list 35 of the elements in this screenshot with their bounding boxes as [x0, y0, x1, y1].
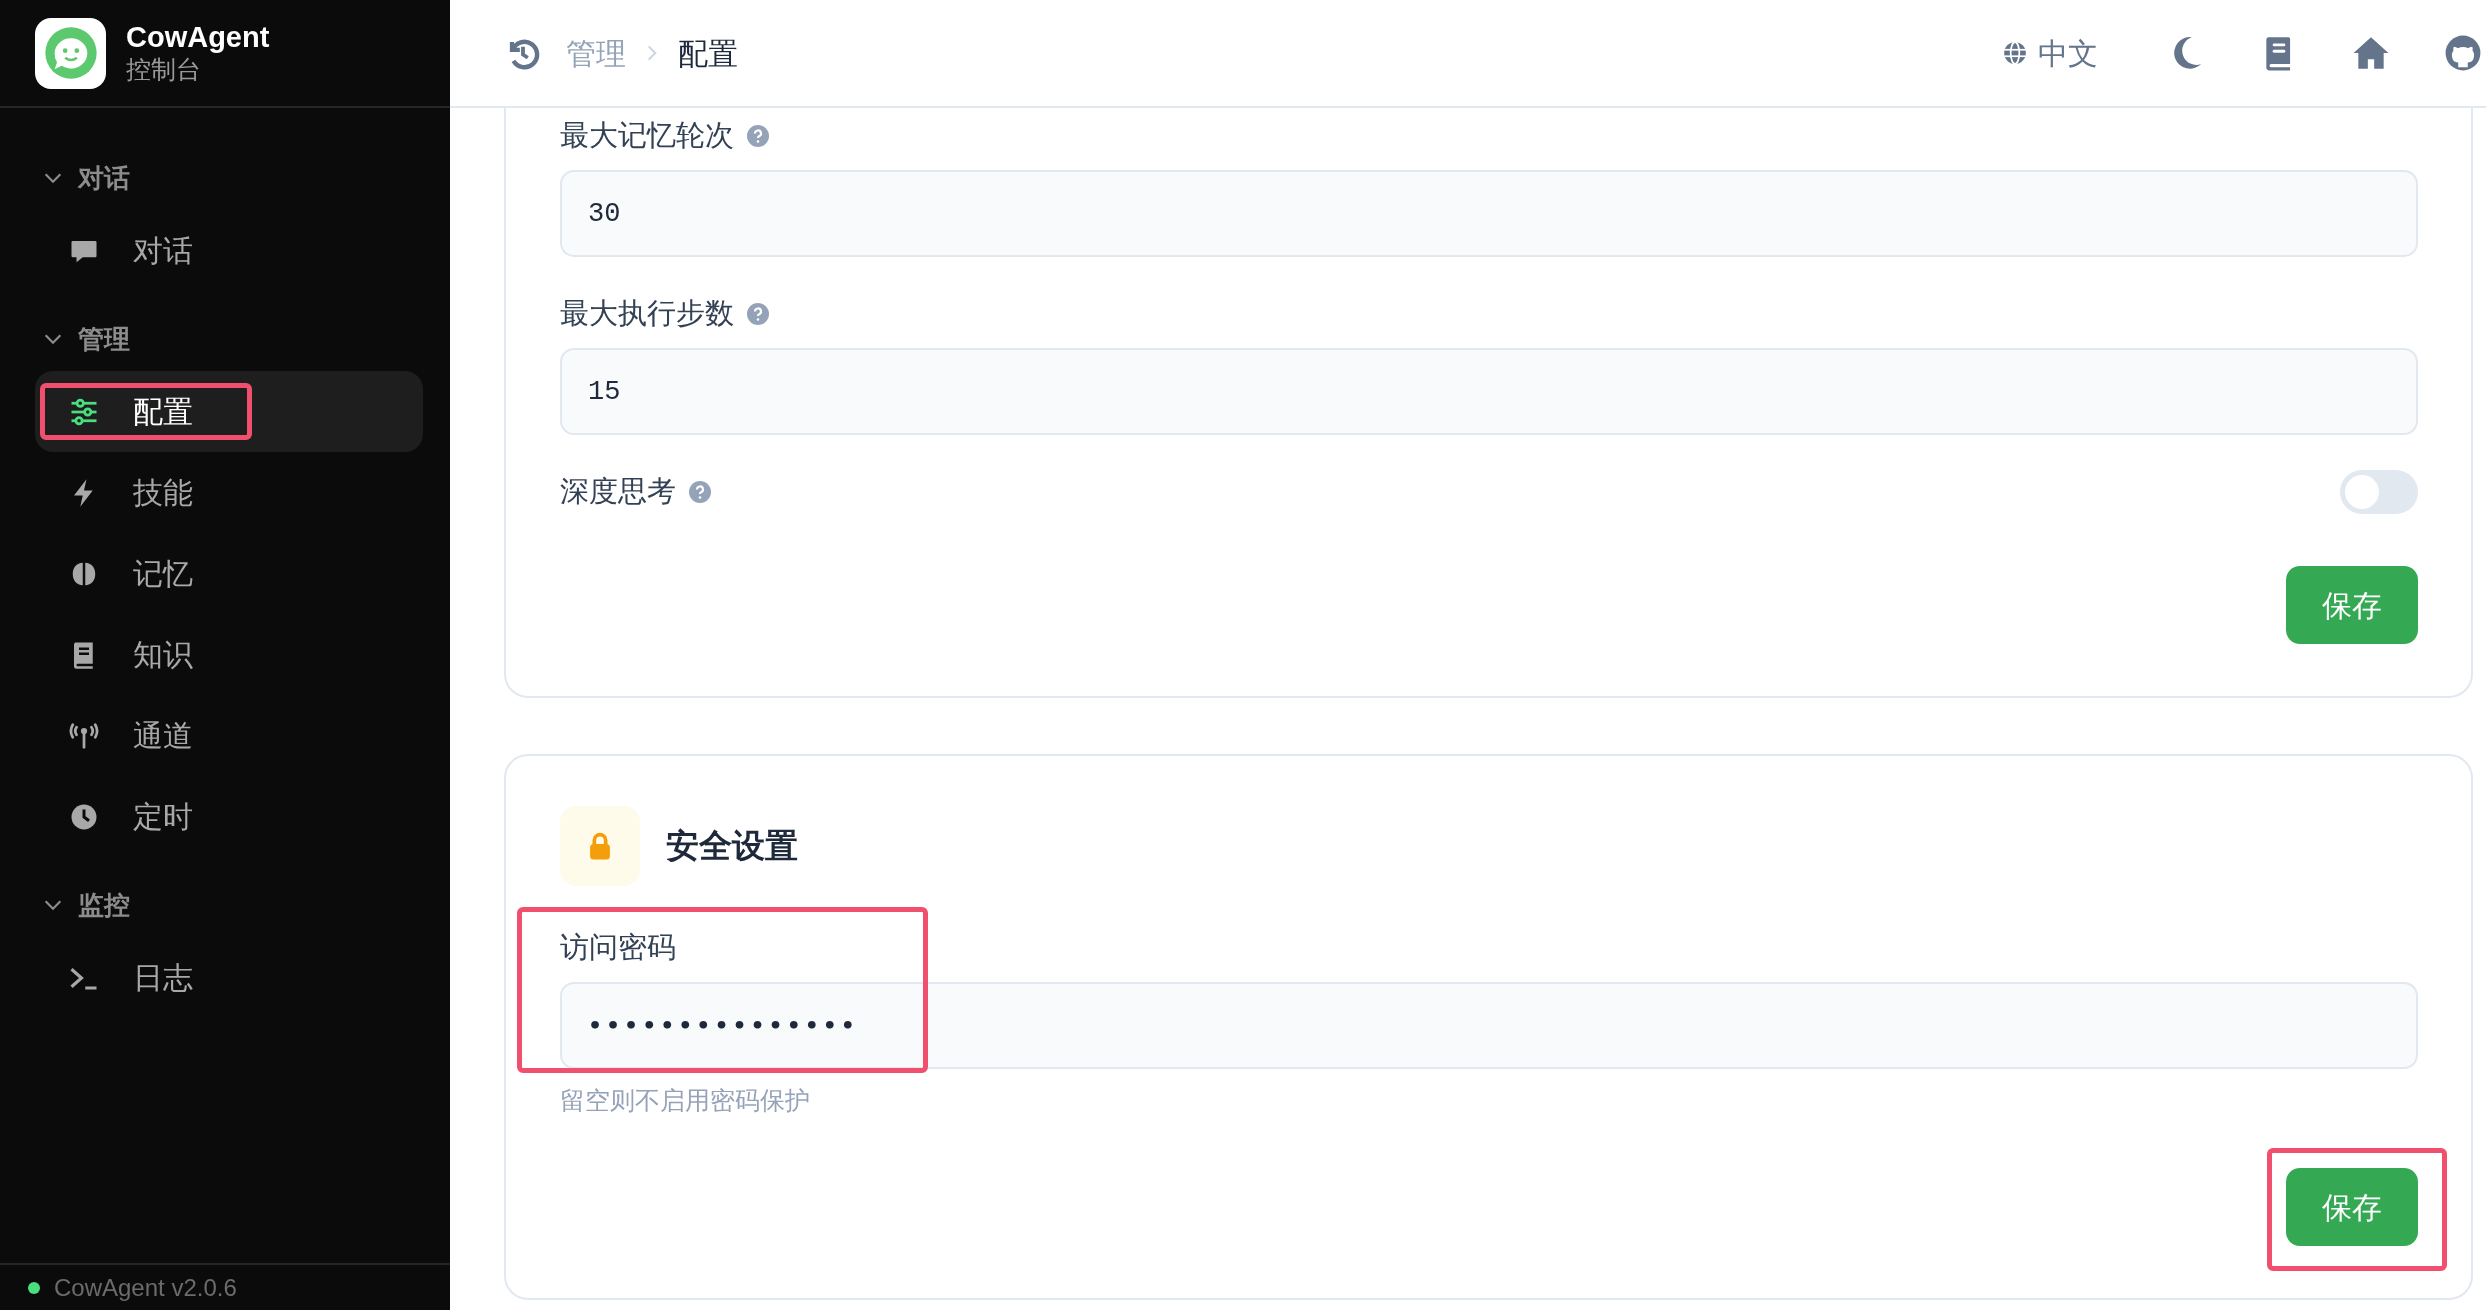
breadcrumb-item: 配置	[678, 35, 738, 72]
sidebar-item[interactable]: 记忆	[35, 533, 423, 614]
field-label: 最大记忆轮次	[560, 118, 734, 154]
app-name: CowAgent	[126, 22, 270, 54]
field-label: 最大执行步数	[560, 296, 734, 332]
sidebar-item[interactable]: 通道	[35, 695, 423, 776]
sidebar-item[interactable]: 定时	[35, 776, 423, 857]
sidebar-item[interactable]: 配置	[35, 371, 423, 452]
sidebar-item[interactable]: 日志	[35, 937, 423, 1018]
hint-text: 留空则不启用密码保护	[560, 1085, 811, 1116]
sidebar-item[interactable]: 知识	[35, 614, 423, 695]
section-title: 安全设置	[666, 826, 798, 867]
sidebar-item[interactable]: 技能	[35, 452, 423, 533]
help-icon[interactable]	[746, 302, 770, 326]
section-title[interactable]: 监控	[78, 885, 130, 925]
toggle-switch[interactable]	[2340, 470, 2418, 514]
number-field[interactable]: 15	[560, 348, 2418, 435]
field-label: 访问密码	[560, 930, 676, 966]
password-field[interactable]: •••••••••••••••	[560, 982, 2418, 1069]
globe-icon	[2002, 40, 2028, 66]
section-title[interactable]: 管理	[78, 319, 130, 359]
help-icon[interactable]	[746, 124, 770, 148]
section-title[interactable]: 对话	[78, 158, 130, 198]
chat-face-drawing	[42, 25, 99, 81]
language-button[interactable]: 中文	[2002, 30, 2098, 76]
number-field[interactable]: 30	[560, 170, 2418, 257]
sidebar-item[interactable]: 对话	[35, 210, 423, 291]
antenna-icon	[69, 720, 99, 751]
status-dot-icon	[28, 1281, 40, 1294]
github-icon[interactable]	[2444, 34, 2482, 72]
app-subtitle: 控制台	[126, 53, 202, 84]
field-label: 深度思考	[560, 474, 676, 510]
version-label: CowAgent v2.0.6	[54, 1272, 237, 1303]
help-icon[interactable]	[688, 480, 712, 504]
sliders-icon	[69, 396, 99, 427]
